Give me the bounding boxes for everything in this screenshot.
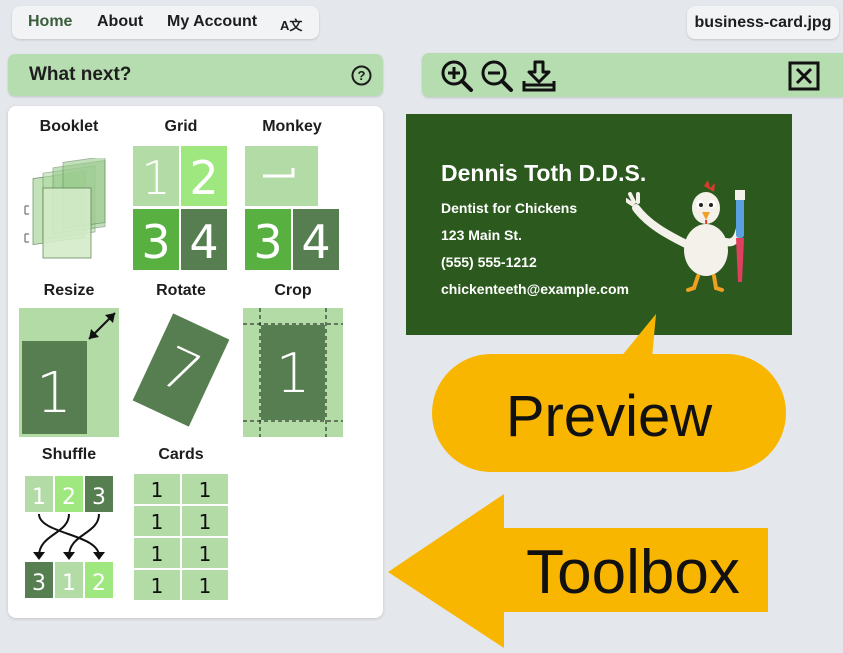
svg-text:4: 4 [189,215,218,269]
tool-booklet[interactable]: Booklet [18,118,120,268]
grid-thumbnail: 1 2 3 4 [133,146,227,270]
svg-text:1: 1 [141,151,170,205]
toolbox-callout-text: Toolbox [526,538,740,607]
nav-home-link[interactable]: Home [28,13,72,31]
preview-callout-text: Preview [506,384,713,449]
svg-text:4: 4 [301,215,330,269]
help-icon[interactable]: ? [351,65,372,86]
resize-thumbnail: 1 [19,308,119,437]
what-next-header: What next? ? [8,54,383,96]
svg-text:1: 1 [151,574,164,598]
svg-text:3: 3 [253,215,282,269]
tool-cards[interactable]: Cards 1 1 1 1 1 1 1 1 [132,446,230,601]
tool-resize[interactable]: Resize 1 [18,282,120,437]
card-name: Dennis Toth D.D.S. [441,160,647,186]
svg-text:1: 1 [199,542,212,566]
svg-text:1: 1 [151,542,164,566]
svg-text:3: 3 [92,485,106,510]
tool-shuffle-label: Shuffle [41,446,97,463]
svg-text:1: 1 [151,510,164,534]
tools-panel: Booklet Grid 1 2 3 4 Monkey 3 4 Resize 1… [8,106,383,618]
cards-thumbnail: 1 1 1 1 1 1 1 1 [134,474,228,600]
tool-shuffle[interactable]: Shuffle 1 2 3 3 1 2 [18,446,120,598]
tool-grid[interactable]: Grid 1 2 3 4 [132,118,230,270]
toolbox-arrow-callout: Toolbox [388,494,768,648]
tool-grid-label: Grid [164,118,198,135]
svg-text:1: 1 [32,485,46,510]
file-name-label: business-card.jpg [687,6,839,39]
download-icon[interactable] [522,59,556,93]
crop-thumbnail: 1 [243,308,343,437]
tool-crop[interactable]: Crop 1 [242,282,344,437]
tool-resize-label: Resize [43,282,95,299]
tool-rotate-label: Rotate [156,282,206,299]
preview-toolbar [422,53,843,97]
svg-text:1: 1 [199,574,212,598]
preview-callout: Preview [432,314,786,472]
svg-text:1: 1 [62,571,76,596]
nav-account-link[interactable]: My Account [167,13,257,31]
nav-about-link[interactable]: About [97,13,143,31]
card-email: chickenteeth@example.com [441,281,629,297]
top-nav: Home About My Account A文 [12,6,319,39]
svg-text:3: 3 [32,571,46,596]
what-next-title: What next? [29,64,132,85]
card-address: 123 Main St. [441,227,522,243]
rotate-thumbnail: 7 [132,313,230,427]
svg-text:3: 3 [141,215,170,269]
svg-text:2: 2 [62,485,76,510]
shuffle-thumbnail: 1 2 3 3 1 2 [25,476,113,598]
tool-crop-label: Crop [274,282,312,299]
tool-cards-label: Cards [158,446,204,463]
monkey-thumbnail: 3 4 [245,146,339,270]
booklet-thumbnail [24,158,106,259]
svg-text:1: 1 [276,342,310,405]
svg-text:1: 1 [151,478,164,502]
card-tagline: Dentist for Chickens [441,200,578,216]
language-icon[interactable]: A文 [280,15,302,34]
business-card-preview: Dennis Toth D.D.S. Dentist for Chickens … [406,114,792,335]
svg-text:1: 1 [36,361,72,426]
svg-text:1: 1 [199,478,212,502]
card-phone: (555) 555-1212 [441,254,537,270]
chicken-mascot-image [626,180,745,292]
close-icon[interactable] [788,61,820,91]
svg-text:?: ? [358,68,366,83]
tool-monkey[interactable]: Monkey 3 4 [242,118,342,270]
tool-rotate[interactable]: Rotate 7 [132,282,230,437]
tool-monkey-label: Monkey [262,118,322,135]
zoom-in-icon[interactable] [440,59,474,93]
svg-text:1: 1 [199,510,212,534]
svg-text:2: 2 [189,151,218,205]
tool-booklet-label: Booklet [39,118,99,135]
svg-text:2: 2 [92,571,106,596]
zoom-out-icon[interactable] [480,59,514,93]
